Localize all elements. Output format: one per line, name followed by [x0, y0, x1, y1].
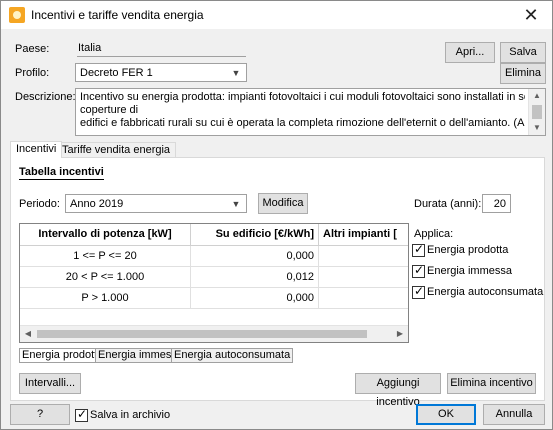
periodo-label: Periodo:	[19, 198, 60, 210]
elimina-incentivo-button[interactable]: Elimina incentivo	[447, 373, 536, 394]
energia-autoconsumata-checkbox[interactable]	[412, 284, 425, 299]
scroll-thumb[interactable]	[532, 105, 542, 119]
incentivi-table: Intervallo di potenza [kW] Su edificio […	[19, 223, 409, 343]
profilo-label: Profilo:	[15, 67, 50, 79]
table-cell[interactable]: 0,000	[191, 288, 319, 309]
title-bar: Incentivi e tariffe vendita energia ✕	[1, 1, 552, 29]
scroll-thumb[interactable]	[37, 330, 367, 338]
salva-archivio-label: Salva in archivio	[90, 409, 171, 421]
table-cell[interactable]: 0,000	[191, 246, 319, 267]
table-cell[interactable]: 1 <= P <= 20	[20, 246, 191, 267]
dialog-window: Incentivi e tariffe vendita energia ✕ Pa…	[0, 0, 553, 430]
table-cell[interactable]: P > 1.000	[20, 288, 191, 309]
chevron-down-icon: ▼	[231, 199, 241, 209]
close-icon[interactable]: ✕	[516, 3, 546, 27]
scroll-up-icon[interactable]: ▲	[529, 89, 545, 103]
app-icon	[9, 7, 25, 23]
aggiungi-incentivo-button[interactable]: Aggiungi incentivo	[355, 373, 441, 408]
paese-field[interactable]: Italia	[77, 41, 246, 57]
table-cell[interactable]: 0,012	[191, 267, 319, 288]
scroll-right-icon[interactable]: ▶	[392, 326, 408, 342]
scroll-left-icon[interactable]: ◀	[20, 326, 36, 342]
annulla-button[interactable]: Annulla	[483, 404, 545, 425]
table-row[interactable]: 1 <= P <= 20 0,000	[20, 246, 408, 267]
descrizione-line-3: edifici e fabbricati rurali su cui è ope…	[80, 117, 525, 129]
table-cell[interactable]	[319, 267, 408, 288]
chevron-down-icon: ▼	[231, 68, 241, 78]
profilo-value: Decreto FER 1	[80, 67, 153, 79]
descrizione-textarea[interactable]: Incentivo su energia prodotta: impianti …	[75, 88, 546, 136]
column-header-su-edificio[interactable]: Su edificio [€/kWh]	[191, 224, 319, 245]
help-button[interactable]: ?	[10, 404, 70, 425]
intervalli-button[interactable]: Intervalli...	[19, 373, 81, 394]
scroll-down-icon[interactable]: ▼	[529, 121, 545, 135]
subtab-energia-autoconsumata[interactable]: Energia autoconsumata	[171, 348, 294, 363]
energia-prodotta-checkbox[interactable]	[412, 242, 425, 257]
applica-label: Applica:	[414, 228, 454, 240]
subtab-energia-prodotta[interactable]: Energia prodotta	[19, 348, 107, 363]
descrizione-line-1: Incentivo su energia prodotta: impianti …	[80, 91, 525, 103]
column-header-intervallo[interactable]: Intervallo di potenza [kW]	[20, 224, 191, 245]
energia-autoconsumata-label: Energia autoconsumata	[427, 286, 544, 298]
modifica-button[interactable]: Modifica	[258, 193, 308, 214]
table-row[interactable]: P > 1.000 0,000	[20, 288, 408, 309]
descrizione-line-2: coperture di	[80, 104, 139, 116]
tab-incentivi[interactable]: Incentivi	[10, 141, 63, 158]
window-title: Incentivi e tariffe vendita energia	[31, 8, 204, 22]
energia-immessa-label: Energia immessa	[427, 265, 512, 277]
apri-button[interactable]: Apri...	[445, 42, 495, 63]
table-cell[interactable]	[319, 246, 408, 267]
table-horizontal-scrollbar[interactable]: ◀ ▶	[20, 325, 408, 342]
profilo-select[interactable]: Decreto FER 1 ▼	[75, 63, 247, 82]
column-header-altri-impianti[interactable]: Altri impianti [	[319, 224, 408, 245]
ok-button[interactable]: OK	[416, 404, 476, 425]
tab-tariffe-vendita[interactable]: Tariffe vendita energia	[56, 142, 177, 158]
energia-prodotta-label: Energia prodotta	[427, 244, 509, 256]
durata-label: Durata (anni):	[414, 198, 482, 210]
salva-button[interactable]: Salva	[500, 42, 546, 63]
section-title: Tabella incentivi	[19, 166, 104, 180]
durata-input[interactable]: 20	[482, 194, 511, 213]
table-cell[interactable]	[319, 288, 408, 309]
table-cell[interactable]: 20 < P <= 1.000	[20, 267, 191, 288]
salva-archivio-checkbox[interactable]	[75, 407, 88, 422]
periodo-value: Anno 2019	[70, 198, 124, 210]
descrizione-label: Descrizione:	[15, 91, 76, 103]
table-header: Intervallo di potenza [kW] Su edificio […	[20, 224, 408, 246]
energia-immessa-checkbox[interactable]	[412, 263, 425, 278]
table-row[interactable]: 20 < P <= 1.000 0,012	[20, 267, 408, 288]
descrizione-scrollbar[interactable]: ▲ ▼	[528, 89, 545, 135]
paese-label: Paese:	[15, 43, 50, 55]
periodo-select[interactable]: Anno 2019 ▼	[65, 194, 247, 213]
elimina-button[interactable]: Elimina	[500, 63, 546, 84]
